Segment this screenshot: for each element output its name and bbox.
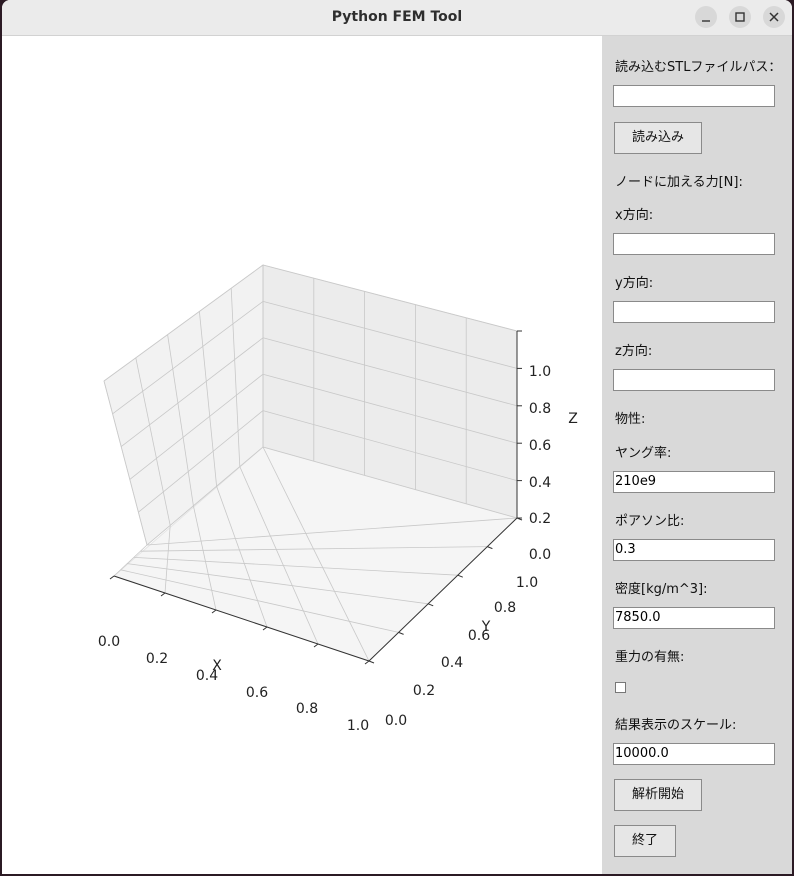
y-tick-label: 0.4 (441, 655, 463, 671)
poisson-ratio-label: ポアソン比: (615, 514, 685, 529)
z-tick-label: 0.8 (529, 401, 551, 417)
load-button[interactable]: 読み込み (614, 122, 702, 154)
material-label: 物性: (615, 412, 646, 427)
plot-canvas[interactable]: 0.0 0.0 0.0 0.2 0.2 0.2 0.4 0.4 0.4 0.6 0.6 0.6 0.8 0… (2, 36, 600, 874)
maximize-button[interactable] (729, 6, 751, 28)
run-analysis-button[interactable]: 解析開始 (614, 779, 702, 811)
young-modulus-label: ヤング率: (615, 446, 672, 461)
stl-path-label: 読み込むSTLファイルパス： (615, 60, 782, 75)
poisson-ratio-input[interactable]: 0.3 (613, 539, 775, 561)
force-label: ノードに加える力[N]: (615, 175, 743, 190)
app-window: Python FEM Tool 0.0 0.0 0.0 0.2 0.2 0.2 0.4 0.4… (2, 0, 792, 874)
y-axis-label: Y (481, 619, 491, 635)
force-z-input[interactable] (613, 369, 775, 391)
quit-button[interactable]: 終了 (614, 825, 676, 857)
title-bar[interactable]: Python FEM Tool (2, 0, 792, 36)
scale-input[interactable]: 10000.0 (613, 743, 775, 765)
gravity-label: 重力の有無: (615, 650, 685, 665)
x-tick-label: 0.6 (246, 685, 268, 701)
minimize-icon (702, 20, 710, 22)
close-icon (769, 12, 779, 22)
close-button[interactable] (763, 6, 785, 28)
x-tick-label: 1.0 (347, 718, 369, 734)
axes-3d[interactable]: 0.00.00.00.20.20.20.40.40.40.60.60.60.80… (2, 36, 600, 874)
z-tick-label: 0.4 (529, 475, 551, 491)
young-modulus-input[interactable]: 210e9 (613, 471, 775, 493)
maximize-icon (735, 12, 745, 22)
window-title: Python FEM Tool (331, 9, 463, 25)
force-y-input[interactable] (613, 301, 775, 323)
x-tick (160, 592, 166, 597)
y-tick (398, 631, 404, 635)
x-tick-label: 0.2 (146, 651, 168, 667)
y-tick-label: 0.2 (413, 683, 435, 699)
y-tick-label: 0.0 (385, 713, 407, 729)
force-x-label: x方向: (615, 208, 654, 223)
force-x-input[interactable] (613, 233, 775, 255)
x-tick-label: 0.0 (98, 634, 120, 650)
density-label: 密度[kg/m^3]: (615, 582, 708, 597)
density-input[interactable]: 7850.0 (613, 607, 775, 629)
scale-label: 結果表示のスケール: (615, 718, 737, 733)
gravity-checkbox[interactable] (615, 682, 626, 693)
z-tick-label: 1.0 (529, 364, 551, 380)
stl-path-input[interactable] (613, 85, 775, 107)
x-tick (211, 609, 217, 614)
y-tick-label: 1.0 (516, 575, 538, 591)
x-tick (109, 575, 115, 580)
y-tick (428, 603, 434, 607)
y-tick (368, 660, 375, 664)
x-axis-label: X (212, 658, 222, 674)
z-tick-label: 0.0 (529, 547, 551, 563)
y-tick (487, 546, 493, 550)
x-tick (364, 660, 370, 665)
x-tick (313, 643, 319, 648)
control-panel: 読み込むSTLファイルパス： 読み込み ノードに加える力[N]: x方向: y方… (602, 36, 792, 874)
y-tick (457, 574, 463, 578)
z-tick-label: 0.6 (529, 438, 551, 454)
x-tick (262, 626, 268, 631)
force-z-label: z方向: (615, 344, 653, 359)
z-axis-label: Z (568, 411, 578, 427)
z-tick-label: 0.2 (529, 511, 551, 527)
force-y-label: y方向: (615, 276, 654, 291)
minimize-button[interactable] (695, 6, 717, 28)
y-tick-label: 0.8 (494, 600, 516, 616)
x-tick-label: 0.8 (296, 701, 318, 717)
